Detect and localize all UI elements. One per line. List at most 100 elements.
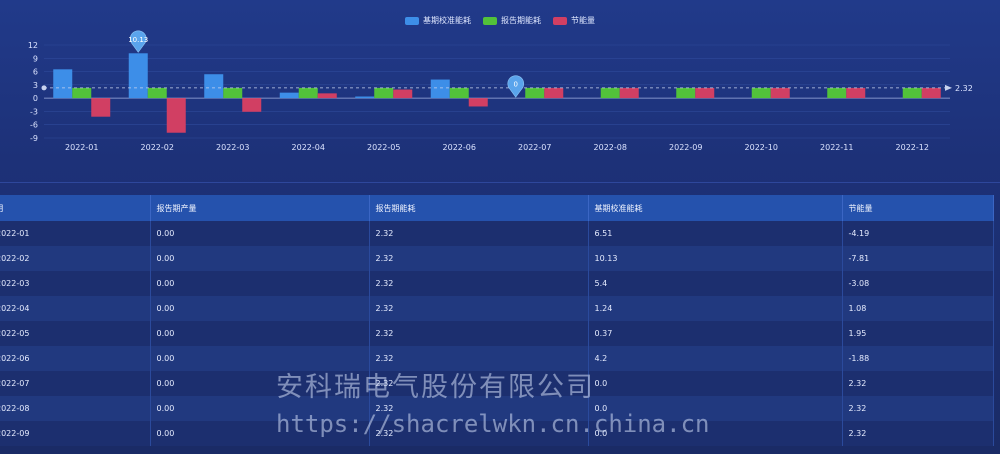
bar-1-2022-07 — [525, 87, 545, 99]
x-tick-label: 2022-02 — [141, 143, 174, 152]
bar-2-2022-07 — [544, 87, 564, 99]
y-tick-label: 6 — [33, 68, 38, 77]
bar-1-2022-06 — [449, 87, 469, 99]
table-cell: 2.32 — [369, 371, 589, 396]
table-cell: 0.37 — [588, 321, 843, 346]
bar-1-2022-08 — [600, 87, 620, 99]
table-cell: 2.32 — [369, 421, 589, 446]
bar-1-2022-09 — [676, 87, 696, 99]
energy-chart-panel: 基期校准能耗 报告期能耗 节能量 12 9 6 3 0 -3 -6 -9 2022-01 2022-0… — [0, 0, 1000, 175]
bar-2-2022-01 — [91, 98, 111, 117]
marker-label: 0 — [514, 81, 518, 89]
column-header-2[interactable]: 报告期能耗 — [369, 195, 589, 221]
table-cell: 2.32 — [369, 321, 589, 346]
bar-0-2022-02 — [128, 53, 148, 99]
bar-1-2022-04 — [298, 87, 318, 99]
column-header-3[interactable]: 基期校准能耗 — [588, 195, 843, 221]
column-header-1[interactable]: 报告期产量 — [150, 195, 370, 221]
table-row: 2022-060.002.324.2-1.88 — [0, 346, 994, 371]
x-tick-label: 2022-01 — [65, 143, 98, 152]
x-tick-label: 2022-07 — [518, 143, 551, 152]
table-cell: 0.00 — [150, 371, 370, 396]
y-tick-label: -3 — [30, 107, 38, 116]
bar-2-2022-10 — [770, 87, 790, 99]
y-tick-label: -9 — [30, 134, 38, 143]
column-header-0[interactable]: 月 — [0, 195, 151, 221]
table-cell: 2.32 — [842, 421, 994, 446]
table-cell: 2022-08 — [0, 396, 151, 421]
table-cell: 0.00 — [150, 246, 370, 271]
bar-1-2022-12 — [902, 87, 922, 99]
x-tick-label: 2022-08 — [594, 143, 627, 152]
table-cell: 2.32 — [842, 371, 994, 396]
table-cell: -3.08 — [842, 271, 994, 296]
table-cell: 1.95 — [842, 321, 994, 346]
y-tick-label: 9 — [33, 54, 38, 63]
marker-label: 10.13 — [128, 36, 148, 44]
table-cell: 0.00 — [150, 421, 370, 446]
table-cell: -7.81 — [842, 246, 994, 271]
y-tick-label: 3 — [33, 81, 38, 90]
table-cell: 0.0 — [588, 371, 843, 396]
table-cell: 6.51 — [588, 221, 843, 246]
table-cell: 1.08 — [842, 296, 994, 321]
table-cell: 2.32 — [369, 396, 589, 421]
table-cell: 0.00 — [150, 396, 370, 421]
bar-0-2022-01 — [53, 69, 73, 99]
x-tick-label: 2022-03 — [216, 143, 249, 152]
table-cell: -1.88 — [842, 346, 994, 371]
x-tick-label: 2022-06 — [443, 143, 476, 152]
y-tick-label: -6 — [30, 121, 38, 130]
table-cell: 0.0 — [588, 421, 843, 446]
table-cell: 2022-06 — [0, 346, 151, 371]
table-cell: 0.00 — [150, 321, 370, 346]
table-cell: 2.32 — [369, 296, 589, 321]
bar-1-2022-11 — [827, 87, 847, 99]
table-cell: 2022-09 — [0, 421, 151, 446]
table-cell: 1.24 — [588, 296, 843, 321]
section-divider — [0, 182, 1000, 183]
table-cell: 2022-03 — [0, 271, 151, 296]
table-row: 2022-090.002.320.02.32 — [0, 421, 994, 446]
bar-1-2022-10 — [751, 87, 771, 99]
table-cell: 2022-01 — [0, 221, 151, 246]
bar-2-2022-03 — [242, 98, 262, 112]
column-header-4[interactable]: 节能量 — [842, 195, 994, 221]
table-cell: 2.32 — [369, 246, 589, 271]
bar-2-2022-12 — [921, 87, 941, 99]
bar-1-2022-03 — [223, 87, 243, 99]
bar-1-2022-05 — [374, 87, 394, 99]
table-cell: 2.32 — [369, 221, 589, 246]
table-header-row: 月报告期产量报告期能耗基期校准能耗节能量 — [0, 195, 994, 221]
x-tick-label: 2022-10 — [745, 143, 778, 152]
bar-2-2022-06 — [468, 98, 488, 107]
bar-2-2022-08 — [619, 87, 639, 99]
energy-data-table: 月报告期产量报告期能耗基期校准能耗节能量 2022-010.002.326.51… — [0, 195, 994, 446]
bar-0-2022-04 — [279, 92, 299, 99]
table-cell: 2022-02 — [0, 246, 151, 271]
table-cell: 2.32 — [369, 346, 589, 371]
table-cell: 5.4 — [588, 271, 843, 296]
x-tick-label: 2022-12 — [896, 143, 929, 152]
table-row: 2022-040.002.321.241.08 — [0, 296, 994, 321]
table-cell: 2022-05 — [0, 321, 151, 346]
bar-1-2022-01 — [72, 87, 92, 99]
bar-0-2022-03 — [204, 74, 224, 99]
table-cell: 2.32 — [369, 271, 589, 296]
table-row: 2022-050.002.320.371.95 — [0, 321, 994, 346]
average-line-arrow — [945, 84, 952, 91]
x-tick-label: 2022-04 — [292, 143, 325, 152]
table-cell: 2022-04 — [0, 296, 151, 321]
bar-2-2022-02 — [166, 98, 186, 133]
table-row: 2022-020.002.3210.13-7.81 — [0, 246, 994, 271]
average-line-label: 2.32 — [955, 84, 973, 93]
bar-1-2022-02 — [147, 87, 167, 99]
bar-2-2022-09 — [695, 87, 715, 99]
table-cell: 4.2 — [588, 346, 843, 371]
table-cell: 0.00 — [150, 296, 370, 321]
energy-table-container: 月报告期产量报告期能耗基期校准能耗节能量 2022-010.002.326.51… — [0, 195, 994, 446]
y-tick-label: 12 — [28, 41, 38, 50]
bar-0-2022-06 — [430, 79, 450, 99]
x-tick-label: 2022-09 — [669, 143, 702, 152]
table-body: 2022-010.002.326.51-4.192022-020.002.321… — [0, 221, 994, 446]
